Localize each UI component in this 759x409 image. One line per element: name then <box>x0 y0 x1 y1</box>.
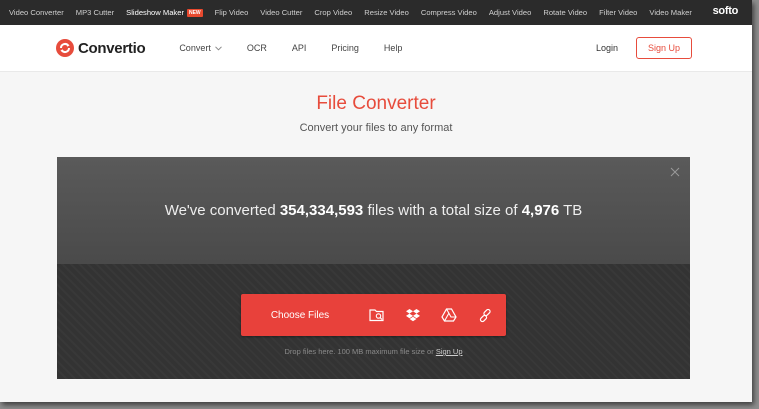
tool-link-resize-video[interactable]: Resize Video <box>364 8 409 17</box>
tool-link-video-maker[interactable]: Video Maker <box>649 8 692 17</box>
stats-middle: files with a total size of <box>367 202 518 219</box>
close-icon[interactable] <box>670 167 680 177</box>
folder-search-icon <box>369 309 384 322</box>
nav-api[interactable]: API <box>292 43 307 53</box>
softo-logo[interactable]: softo <box>713 5 739 17</box>
tool-link-video-converter[interactable]: Video Converter <box>9 8 64 17</box>
tool-bar: Video Converter MP3 Cutter Slideshow Mak… <box>0 0 752 25</box>
tool-link-flip-video[interactable]: Flip Video <box>215 8 249 17</box>
converter-panel: We've converted 354,334,593 files with a… <box>57 157 690 379</box>
choose-files-button[interactable]: Choose Files <box>241 310 359 321</box>
tool-link-rotate-video[interactable]: Rotate Video <box>543 8 587 17</box>
tool-link-crop-video[interactable]: Crop Video <box>314 8 352 17</box>
link-icon <box>479 308 491 322</box>
signup-button[interactable]: Sign Up <box>635 37 692 59</box>
nav-pricing[interactable]: Pricing <box>331 43 359 53</box>
site-header: Convertio Convert OCR API Pricing Help L… <box>0 25 752 72</box>
total-size: 4,976 <box>521 202 560 219</box>
files-count: 354,334,593 <box>279 202 364 219</box>
main-nav: Convert OCR API Pricing Help <box>179 43 427 53</box>
nav-ocr[interactable]: OCR <box>247 43 267 53</box>
convertio-logo-icon <box>56 39 74 57</box>
from-url-button[interactable] <box>467 294 503 336</box>
new-badge: NEW <box>186 8 203 17</box>
account-nav: Login Sign Up <box>596 37 692 59</box>
drop-zone[interactable]: Choose Files Drop files here. 100 MB max… <box>57 264 690 379</box>
page-subtitle: Convert your files to any format <box>299 122 453 134</box>
stats-area: We've converted 354,334,593 files with a… <box>57 157 690 264</box>
login-link[interactable]: Login <box>596 43 618 53</box>
page-title: File Converter <box>316 93 436 114</box>
from-google-drive-button[interactable] <box>431 294 467 336</box>
tool-link-adjust-video[interactable]: Adjust Video <box>489 8 532 17</box>
tool-link-slideshow-maker[interactable]: Slideshow Maker NEW <box>126 8 203 17</box>
nav-convert-label: Convert <box>179 43 211 53</box>
tool-link-mp3-cutter[interactable]: MP3 Cutter <box>76 8 114 17</box>
convertio-logo[interactable]: Convertio <box>56 39 146 57</box>
drop-signup-link[interactable]: Sign Up <box>436 347 463 356</box>
drop-note-text: Drop files here. 100 MB maximum file siz… <box>284 347 434 356</box>
conversion-stats: We've converted 354,334,593 files with a… <box>57 202 690 219</box>
dropbox-icon <box>406 308 420 321</box>
tool-link-filter-video[interactable]: Filter Video <box>599 8 637 17</box>
from-computer-button[interactable] <box>359 294 395 336</box>
tool-link-label: Slideshow Maker <box>126 8 184 17</box>
stats-prefix: We've converted <box>164 202 276 219</box>
size-unit: TB <box>563 202 583 219</box>
nav-convert[interactable]: Convert <box>179 43 222 53</box>
chevron-down-icon <box>214 45 222 51</box>
google-drive-icon <box>441 308 457 322</box>
tool-link-compress-video[interactable]: Compress Video <box>421 8 477 17</box>
logo-text: Convertio <box>78 39 146 57</box>
choose-files-bar: Choose Files <box>241 294 506 336</box>
from-dropbox-button[interactable] <box>395 294 431 336</box>
browser-page: Video Converter MP3 Cutter Slideshow Mak… <box>0 0 752 402</box>
tool-link-video-cutter[interactable]: Video Cutter <box>260 8 302 17</box>
drop-note: Drop files here. 100 MB maximum file siz… <box>57 347 690 356</box>
nav-help[interactable]: Help <box>384 43 403 53</box>
